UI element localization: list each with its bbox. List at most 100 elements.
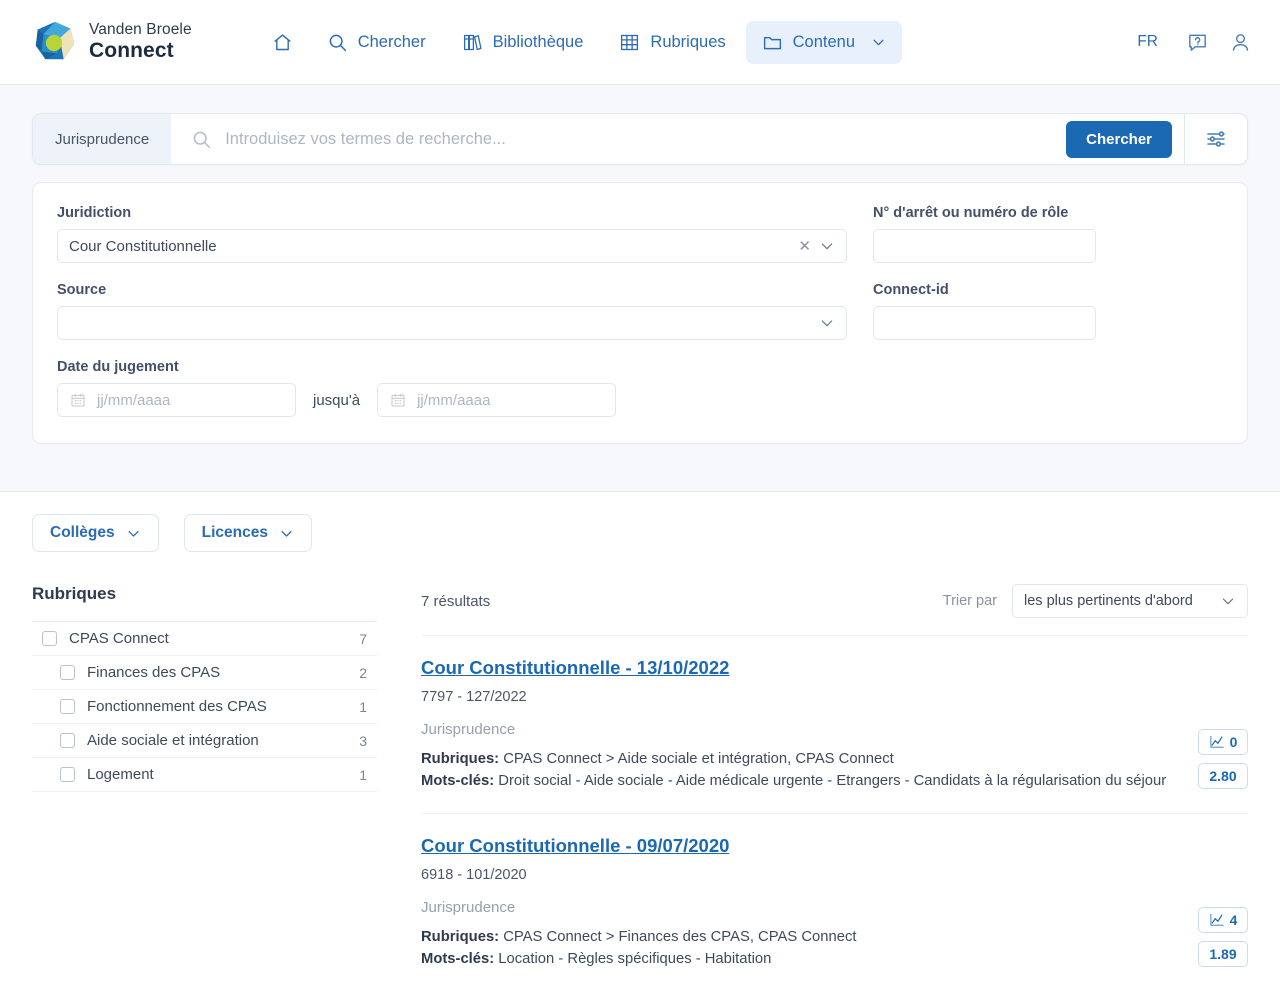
chevron-down-icon bbox=[819, 315, 835, 331]
label-juridiction: Juridiction bbox=[57, 205, 132, 221]
nav-item-home[interactable] bbox=[258, 21, 307, 64]
nav-label-rubriques: Rubriques bbox=[650, 32, 726, 51]
date-from-field[interactable]: jj/mm/aaaa bbox=[57, 383, 296, 417]
result-title-link[interactable]: Cour Constitutionnelle - 09/07/2020 bbox=[421, 835, 729, 857]
nav-item-contenu[interactable]: Contenu bbox=[745, 20, 903, 64]
facet-label: Finances des CPAS bbox=[87, 664, 221, 681]
chevron-down-icon bbox=[819, 238, 835, 254]
chevron-down-icon bbox=[126, 526, 141, 541]
nav-label-bibliotheque: Bibliothèque bbox=[492, 32, 584, 51]
folder-icon bbox=[762, 32, 783, 53]
facet-cpas-connect[interactable]: CPAS Connect 7 bbox=[32, 622, 377, 656]
sliders-settings-icon bbox=[1204, 127, 1228, 151]
help-chat-icon[interactable] bbox=[1186, 31, 1209, 54]
search-input-wrapper bbox=[171, 114, 1066, 164]
brand-name-top: Vanden Broele bbox=[89, 21, 192, 39]
facet-aide-sociale-et-integration[interactable]: Aide sociale et intégration 3 bbox=[32, 724, 377, 758]
date-to-field[interactable]: jj/mm/aaaa bbox=[377, 383, 617, 417]
checkbox-icon[interactable] bbox=[60, 699, 75, 714]
result-citations-count: 0 bbox=[1229, 734, 1238, 750]
result-reference: 7797 - 127/2022 bbox=[421, 689, 527, 705]
results-count: 7 résultats bbox=[421, 592, 491, 610]
main-navigation: Chercher Bibliothèque Rubriques Contenu bbox=[258, 20, 903, 64]
sort-select[interactable]: les plus pertinents d'abord bbox=[1012, 584, 1248, 618]
calendar-icon bbox=[70, 392, 86, 408]
search-scope-selector[interactable]: Jurisprudence bbox=[33, 114, 172, 164]
polygon-globe-logo-icon bbox=[32, 19, 78, 65]
facet-count: 3 bbox=[359, 732, 367, 749]
date-from-placeholder: jj/mm/aaaa bbox=[97, 391, 171, 409]
nav-item-bibliotheque[interactable]: Bibliothèque bbox=[446, 21, 600, 64]
result-body: Cour Constitutionnelle - 09/07/2020 6918… bbox=[421, 835, 1180, 971]
facet-count: 2 bbox=[359, 664, 367, 681]
result-metadata: Rubriques: CPAS Connect > Finances des C… bbox=[421, 926, 1180, 971]
chip-colleges[interactable]: Collèges bbox=[32, 514, 159, 552]
nav-item-rubriques[interactable]: Rubriques bbox=[603, 21, 741, 64]
result-rubriques-label: Rubriques: bbox=[421, 928, 500, 945]
juridiction-select[interactable]: Cour Constitutionnelle ✕ bbox=[57, 229, 847, 263]
field-juridiction: Juridiction Cour Constitutionnelle ✕ bbox=[57, 205, 847, 263]
home-icon bbox=[272, 32, 293, 53]
nav-label-contenu: Contenu bbox=[792, 32, 856, 51]
facet-fonctionnement-des-cpas[interactable]: Fonctionnement des CPAS 1 bbox=[32, 690, 377, 724]
close-x-icon[interactable]: ✕ bbox=[794, 239, 819, 254]
facets-sidebar: Rubriques CPAS Connect 7 Finances des CP… bbox=[32, 584, 377, 991]
label-source: Source bbox=[57, 282, 107, 298]
search-filters-toggle-button[interactable] bbox=[1185, 114, 1247, 164]
facet-count: 1 bbox=[359, 766, 367, 783]
chip-licences[interactable]: Licences bbox=[183, 514, 312, 552]
field-source: Source bbox=[57, 282, 847, 340]
chevron-down-icon bbox=[871, 35, 886, 50]
sort-label: Trier par bbox=[942, 593, 997, 609]
user-account-icon[interactable] bbox=[1229, 31, 1252, 54]
advanced-search-panel: Juridiction Cour Constitutionnelle ✕ N° … bbox=[32, 182, 1248, 444]
language-switcher[interactable]: FR bbox=[1129, 27, 1166, 57]
sort-controls: Trier par les plus pertinents d'abord bbox=[943, 584, 1248, 618]
brand-logo[interactable]: Vanden Broele Connect bbox=[32, 19, 192, 65]
field-numero-arret: N° d'arrêt ou numéro de rôle bbox=[873, 205, 1223, 263]
connect-id-input[interactable] bbox=[873, 306, 1096, 340]
facet-count: 7 bbox=[359, 630, 367, 647]
header-actions: FR bbox=[1129, 27, 1252, 57]
date-range-row: jj/mm/aaaa jusqu'à jj/mm/aaaa bbox=[57, 383, 847, 417]
search-icon bbox=[191, 129, 212, 150]
numero-arret-input[interactable] bbox=[873, 229, 1096, 263]
label-numero-arret: N° d'arrêt ou numéro de rôle bbox=[873, 205, 1069, 221]
library-books-icon bbox=[462, 32, 483, 53]
search-submit-zone: Chercher bbox=[1066, 114, 1184, 164]
result-citations-count: 4 bbox=[1229, 911, 1238, 928]
juridiction-value: Cour Constitutionnelle bbox=[69, 237, 217, 255]
result-motscles-line: Mots-clés: Location - Règles spécifiques… bbox=[421, 948, 1180, 970]
sidebar-title: Rubriques bbox=[32, 584, 377, 622]
result-rubriques-line: Rubriques: CPAS Connect > Aide sociale e… bbox=[421, 748, 1180, 770]
label-connect-id: Connect-id bbox=[873, 282, 949, 298]
results-toolbar: 7 résultats Trier par les plus pertinent… bbox=[421, 584, 1248, 636]
search-input[interactable] bbox=[225, 129, 1051, 149]
date-to-placeholder: jj/mm/aaaa bbox=[417, 391, 491, 409]
facet-label: Logement bbox=[87, 766, 154, 783]
result-score-badge[interactable]: 1.89 bbox=[1198, 940, 1248, 967]
search-bar: Jurisprudence Chercher bbox=[32, 113, 1248, 165]
nav-item-chercher[interactable]: Chercher bbox=[311, 21, 442, 64]
result-item: Cour Constitutionnelle - 09/07/2020 6918… bbox=[421, 814, 1248, 991]
facet-finances-des-cpas[interactable]: Finances des CPAS 2 bbox=[32, 656, 377, 690]
result-score-badge[interactable]: 2.80 bbox=[1198, 763, 1248, 789]
result-title-link[interactable]: Cour Constitutionnelle - 13/10/2022 bbox=[421, 657, 729, 679]
checkbox-icon[interactable] bbox=[42, 631, 57, 646]
grid-table-icon bbox=[619, 32, 640, 53]
source-select[interactable] bbox=[57, 306, 847, 340]
facet-logement[interactable]: Logement 1 bbox=[32, 758, 377, 792]
result-citations-badge[interactable]: 0 bbox=[1198, 729, 1248, 755]
facet-label: Aide sociale et intégration bbox=[87, 732, 259, 749]
checkbox-icon[interactable] bbox=[60, 767, 75, 782]
chevron-down-icon bbox=[1220, 593, 1236, 609]
checkbox-icon[interactable] bbox=[60, 733, 75, 748]
line-chart-icon bbox=[1209, 913, 1224, 926]
search-submit-button[interactable]: Chercher bbox=[1066, 120, 1172, 158]
checkbox-icon[interactable] bbox=[60, 665, 75, 680]
result-metadata: Rubriques: CPAS Connect > Aide sociale e… bbox=[421, 748, 1180, 793]
facet-label: Fonctionnement des CPAS bbox=[87, 698, 267, 715]
result-rubriques-value: CPAS Connect > Aide sociale et intégrati… bbox=[499, 751, 894, 767]
result-citations-badge[interactable]: 4 bbox=[1198, 906, 1248, 933]
filter-chip-bar: Collèges Licences bbox=[32, 514, 1248, 552]
